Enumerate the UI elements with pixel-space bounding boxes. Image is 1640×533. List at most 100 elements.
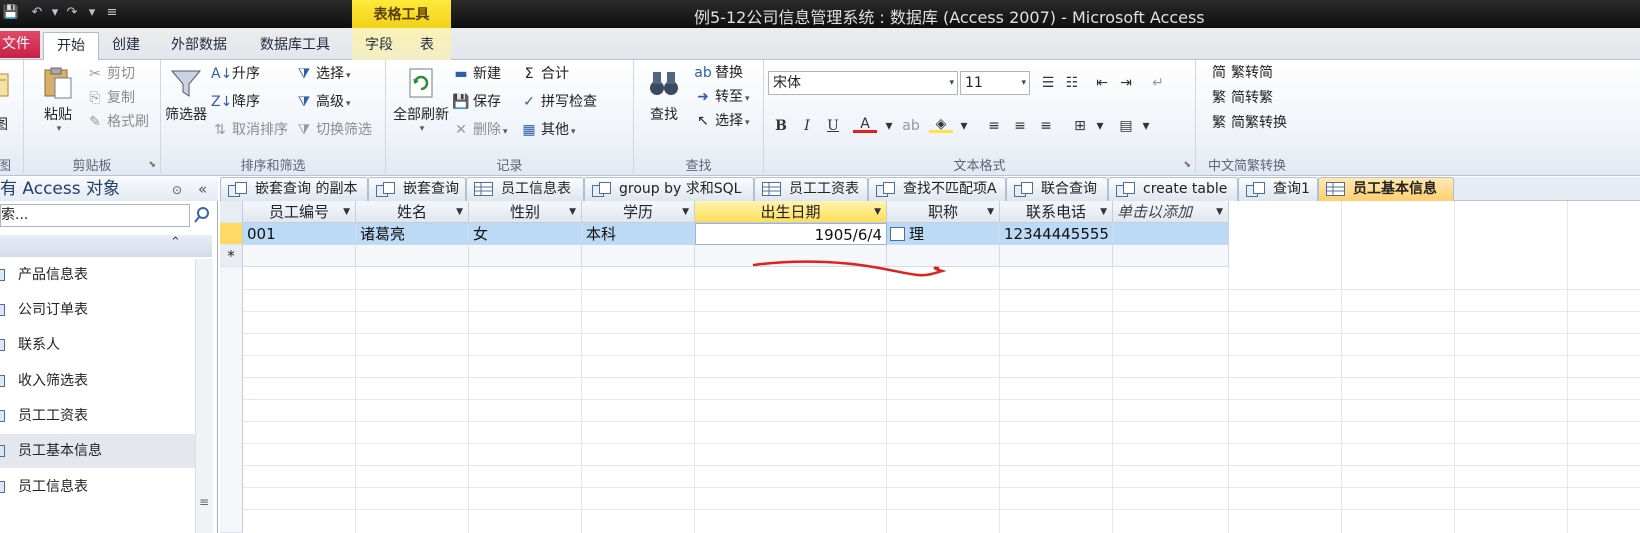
doc-tab-nested-query-copy[interactable]: 嵌套查询 的副本 xyxy=(220,177,368,201)
nav-search-input[interactable]: 索... xyxy=(0,204,190,227)
delete-record-button[interactable]: ✕ 删除 ▾ xyxy=(452,119,507,141)
column-dropdown-icon[interactable]: ▼ xyxy=(874,201,881,223)
cell-name[interactable]: 诸葛亮 xyxy=(356,223,469,245)
cell-phone[interactable]: 12344445555 xyxy=(1000,223,1113,245)
cell-birth-date[interactable]: 1905/6/4 xyxy=(695,223,887,245)
redo-dropdown-icon[interactable]: ▾ xyxy=(83,4,101,22)
alternate-row-dropdown-icon[interactable]: ▾ xyxy=(1134,115,1158,137)
nav-scrollbar[interactable]: ≡ xyxy=(195,259,213,533)
collapse-pane-icon[interactable]: « xyxy=(198,177,207,201)
search-icon[interactable] xyxy=(193,206,211,224)
decrease-indent-icon[interactable]: ⇤ xyxy=(1090,72,1114,94)
customize-qat-icon[interactable]: ≡ xyxy=(103,4,121,22)
bullets-icon[interactable]: ☰ xyxy=(1036,72,1060,94)
save-record-button[interactable]: 💾 保存 xyxy=(452,91,501,113)
nav-item-orders[interactable]: 公司订单表 xyxy=(0,293,212,327)
selection-filter-button[interactable]: ⧩ 选择 ▾ xyxy=(295,63,351,85)
clipboard-launcher-icon[interactable]: ⬊ xyxy=(148,160,156,170)
increase-indent-icon[interactable]: ⇥ xyxy=(1114,72,1138,94)
sort-ascending-button[interactable]: A↓升序 xyxy=(211,63,260,85)
replace-button[interactable]: ab 替换 xyxy=(694,62,743,84)
nav-item-employee-info[interactable]: 员工信息表 xyxy=(0,470,212,504)
nav-item-employee-basic[interactable]: 员工基本信息 xyxy=(0,434,212,468)
doc-tab-employee-basic[interactable]: 员工基本信息 xyxy=(1318,177,1454,201)
toggle-filter-button[interactable]: ⧩ 切换筛选 xyxy=(295,119,372,141)
redo-icon[interactable]: ↷ xyxy=(63,4,81,22)
advanced-filter-button[interactable]: ⧩ 高级 ▾ xyxy=(295,91,351,113)
column-header-employee-id[interactable]: 员工编号 ▼ xyxy=(243,201,356,223)
paste-button[interactable]: 粘贴 ▾ xyxy=(38,66,78,134)
column-dropdown-icon[interactable]: ▼ xyxy=(1100,201,1107,223)
doc-tab-nested-query[interactable]: 嵌套查询 xyxy=(368,177,466,201)
copy-button[interactable]: ⎘ 复制 xyxy=(86,87,135,109)
more-records-button[interactable]: ▦ 其他 ▾ xyxy=(520,119,575,141)
doc-tab-union-query[interactable]: 联合查询 xyxy=(1006,177,1108,201)
column-dropdown-icon[interactable]: ▼ xyxy=(987,201,994,223)
nav-item-contacts[interactable]: 联系人 xyxy=(0,328,212,362)
column-dropdown-icon[interactable]: ▼ xyxy=(343,201,350,223)
fill-color-dropdown-icon[interactable]: ▾ xyxy=(952,115,976,137)
scroll-grip-icon[interactable]: ≡ xyxy=(199,495,209,509)
row-selector[interactable] xyxy=(220,223,243,245)
undo-dropdown-icon[interactable]: ▾ xyxy=(46,4,64,22)
font-dropdown-icon[interactable]: ▾ xyxy=(949,72,954,94)
view-button-label[interactable]: 图 xyxy=(0,114,8,134)
new-cell[interactable] xyxy=(243,245,356,267)
column-header-click-to-add[interactable]: 单击以添加 ▼ xyxy=(1113,201,1229,223)
doc-tab-groupby-sql[interactable]: group by 求和SQL xyxy=(584,177,754,201)
tab-external-data[interactable]: 外部数据 xyxy=(167,32,231,58)
view-icon[interactable] xyxy=(0,72,12,98)
conversion-button[interactable]: 繁简繁转换 xyxy=(1210,112,1287,134)
bold-button[interactable]: B xyxy=(769,115,793,137)
nav-item-income-filter[interactable]: 收入筛选表 xyxy=(0,364,212,398)
italic-button[interactable]: I xyxy=(795,115,819,137)
save-icon[interactable]: 💾 xyxy=(2,4,20,22)
doc-tab-create-table[interactable]: create table xyxy=(1108,177,1238,201)
doc-tab-query1[interactable]: 查询1 xyxy=(1238,177,1318,201)
font-color-icon[interactable]: A xyxy=(853,113,877,133)
column-header-education[interactable]: 学历 ▼ xyxy=(582,201,695,223)
new-cell[interactable] xyxy=(582,245,695,267)
select-button[interactable]: ↖ 选择 ▾ xyxy=(694,110,749,132)
column-dropdown-icon[interactable]: ▼ xyxy=(456,201,463,223)
font-name-combo[interactable]: 宋体 ▾ xyxy=(768,71,958,95)
text-format-launcher-icon[interactable]: ⬊ xyxy=(1183,160,1191,170)
highlight-icon[interactable]: ab xyxy=(899,115,923,137)
column-header-gender[interactable]: 性别 ▼ xyxy=(469,201,582,223)
new-cell[interactable] xyxy=(1000,245,1113,267)
goto-button[interactable]: ➜ 转至 ▾ xyxy=(694,86,749,108)
to-traditional-button[interactable]: 繁简转繁 xyxy=(1210,87,1273,109)
underline-button[interactable]: U xyxy=(821,115,845,137)
doc-tab-find-unmatched[interactable]: 查找不匹配项A xyxy=(868,177,1006,201)
align-left-icon[interactable]: ≡ xyxy=(982,115,1006,137)
tab-create[interactable]: 创建 xyxy=(108,32,144,58)
column-header-phone[interactable]: 联系电话 ▼ xyxy=(1000,201,1113,223)
rtl-icon[interactable]: ↵ xyxy=(1146,72,1170,94)
totals-button[interactable]: Σ 合计 xyxy=(520,63,569,85)
fill-color-icon[interactable]: ◈ xyxy=(929,113,953,133)
nav-pane-header[interactable]: 有 Access 对象 ⊙ « xyxy=(0,177,218,201)
new-record-button[interactable]: ▬ 新建 xyxy=(452,63,501,85)
cell-title[interactable]: 理 xyxy=(887,223,1000,245)
filter-button[interactable]: 筛选器 xyxy=(163,66,209,124)
find-button[interactable]: 查找 xyxy=(644,66,684,124)
sort-descending-button[interactable]: Z↓降序 xyxy=(211,91,260,113)
column-header-name[interactable]: 姓名 ▼ xyxy=(356,201,469,223)
tab-home[interactable]: 开始 xyxy=(43,32,99,61)
format-painter-button[interactable]: ✎ 格式刷 xyxy=(86,111,149,133)
numbering-icon[interactable]: ☷ xyxy=(1060,72,1084,94)
column-dropdown-icon[interactable]: ▼ xyxy=(682,201,689,223)
date-picker-icon[interactable] xyxy=(890,227,905,241)
tab-database-tools[interactable]: 数据库工具 xyxy=(256,32,334,58)
column-header-birth-date[interactable]: 出生日期 ▼ xyxy=(695,201,887,223)
select-all-corner[interactable] xyxy=(220,201,243,223)
doc-tab-employee-info[interactable]: 员工信息表 xyxy=(466,177,584,201)
to-simplified-button[interactable]: 简繁转简 xyxy=(1210,62,1273,84)
spelling-button[interactable]: ✓ 拼写检查 xyxy=(520,91,597,113)
refresh-dropdown-icon[interactable]: ▾ xyxy=(392,124,452,134)
gridlines-dropdown-icon[interactable]: ▾ xyxy=(1088,115,1112,137)
tab-file[interactable]: 文件 xyxy=(0,31,40,58)
column-dropdown-icon[interactable]: ▼ xyxy=(569,201,576,223)
nav-menu-dropdown-icon[interactable]: ⊙ xyxy=(172,178,182,202)
align-right-icon[interactable]: ≡ xyxy=(1034,115,1058,137)
